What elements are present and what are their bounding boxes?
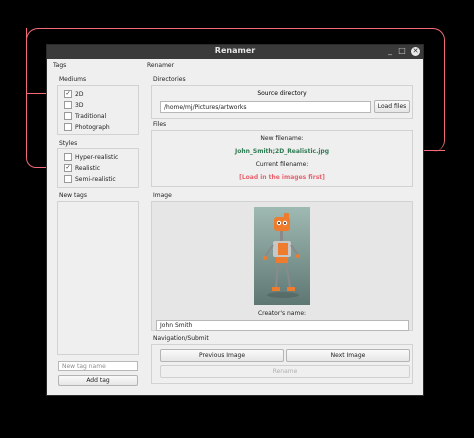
- styles-label: Styles: [59, 140, 78, 147]
- checkbox-photograph[interactable]: [64, 123, 72, 131]
- navigation-group: Previous Image Next Image Rename: [151, 344, 413, 384]
- mediums-label: Mediums: [59, 76, 87, 83]
- minimize-icon[interactable]: _: [385, 46, 395, 55]
- new-filename-label: New filename:: [260, 135, 304, 142]
- navigation-label: Navigation/Submit: [153, 335, 209, 342]
- source-directory-label: Source directory: [257, 90, 307, 97]
- checkbox-2d[interactable]: ✓: [64, 90, 72, 98]
- checkbox-row-realistic[interactable]: ✓ Realistic: [64, 163, 100, 173]
- checkbox-row-hyper-realistic[interactable]: Hyper-realistic: [64, 152, 118, 162]
- checkbox-row-semi-realistic[interactable]: Semi-realistic: [64, 174, 116, 184]
- current-filename-value: [Load in the images first]: [239, 174, 325, 181]
- artwork-image: [254, 207, 310, 305]
- new-tag-input[interactable]: New tag name: [58, 361, 138, 371]
- checkbox-label-semi-realistic: Semi-realistic: [75, 175, 116, 183]
- source-directory-input[interactable]: /home/mj/Pictures/artworks: [160, 101, 371, 113]
- next-image-button[interactable]: Next Image: [286, 349, 410, 362]
- tags-label: Tags: [53, 62, 67, 69]
- directories-label: Directories: [153, 76, 186, 83]
- title-bar: Renamer _ □ ✕: [47, 45, 423, 59]
- window-title: Renamer: [214, 46, 256, 55]
- checkbox-label-photograph: Photograph: [75, 123, 110, 131]
- new-tags-list[interactable]: [57, 201, 139, 355]
- creator-name-label: Creator's name:: [257, 310, 307, 317]
- add-tag-button[interactable]: Add tag: [58, 375, 138, 386]
- annotation-line-checkbox-2d: [26, 28, 27, 92]
- checkbox-row-traditional[interactable]: Traditional: [64, 111, 106, 121]
- files-group: New filename: John_Smith;2D_Realistic.jp…: [151, 130, 413, 187]
- checkbox-hyper-realistic[interactable]: [64, 153, 72, 161]
- image-group: Creator's name: John Smith: [151, 201, 413, 331]
- checkbox-semi-realistic[interactable]: [64, 175, 72, 183]
- directories-group: Source directory /home/mj/Pictures/artwo…: [151, 85, 413, 119]
- renamer-window: Renamer _ □ ✕ Tags Mediums ✓ 2D 3D Tradi…: [46, 44, 424, 396]
- rename-button[interactable]: Rename: [160, 365, 410, 378]
- maximize-icon[interactable]: □: [397, 46, 407, 55]
- previous-image-button[interactable]: Previous Image: [160, 349, 284, 362]
- current-filename-label: Current filename:: [255, 161, 309, 168]
- checkbox-realistic[interactable]: ✓: [64, 164, 72, 172]
- checkbox-3d[interactable]: [64, 101, 72, 109]
- checkbox-label-hyper-realistic: Hyper-realistic: [75, 153, 119, 161]
- checkbox-row-3d[interactable]: 3D: [64, 100, 83, 110]
- styles-group: Hyper-realistic ✓ Realistic Semi-realist…: [57, 148, 139, 188]
- close-icon[interactable]: ✕: [411, 47, 420, 56]
- mediums-group: ✓ 2D 3D Traditional Photograph: [57, 85, 139, 135]
- new-tags-label: New tags: [59, 192, 87, 199]
- checkbox-row-photograph[interactable]: Photograph: [64, 122, 110, 132]
- checkbox-row-2d[interactable]: ✓ 2D: [64, 89, 83, 99]
- checkbox-label-3d: 3D: [75, 101, 84, 109]
- new-filename-value: John_Smith;2D_Realistic.jpg: [234, 148, 330, 155]
- checkbox-traditional[interactable]: [64, 112, 72, 120]
- renamer-label: Renamer: [147, 62, 175, 69]
- files-label: Files: [153, 121, 167, 128]
- creator-name-input[interactable]: John Smith: [156, 320, 409, 331]
- checkbox-label-2d: 2D: [75, 90, 84, 98]
- checkbox-label-traditional: Traditional: [75, 112, 107, 120]
- screenshot-frame: Renamer _ □ ✕ Tags Mediums ✓ 2D 3D Tradi…: [0, 0, 474, 438]
- image-label: Image: [153, 192, 172, 199]
- load-files-button[interactable]: Load files: [374, 100, 410, 113]
- checkbox-label-realistic: Realistic: [75, 164, 101, 172]
